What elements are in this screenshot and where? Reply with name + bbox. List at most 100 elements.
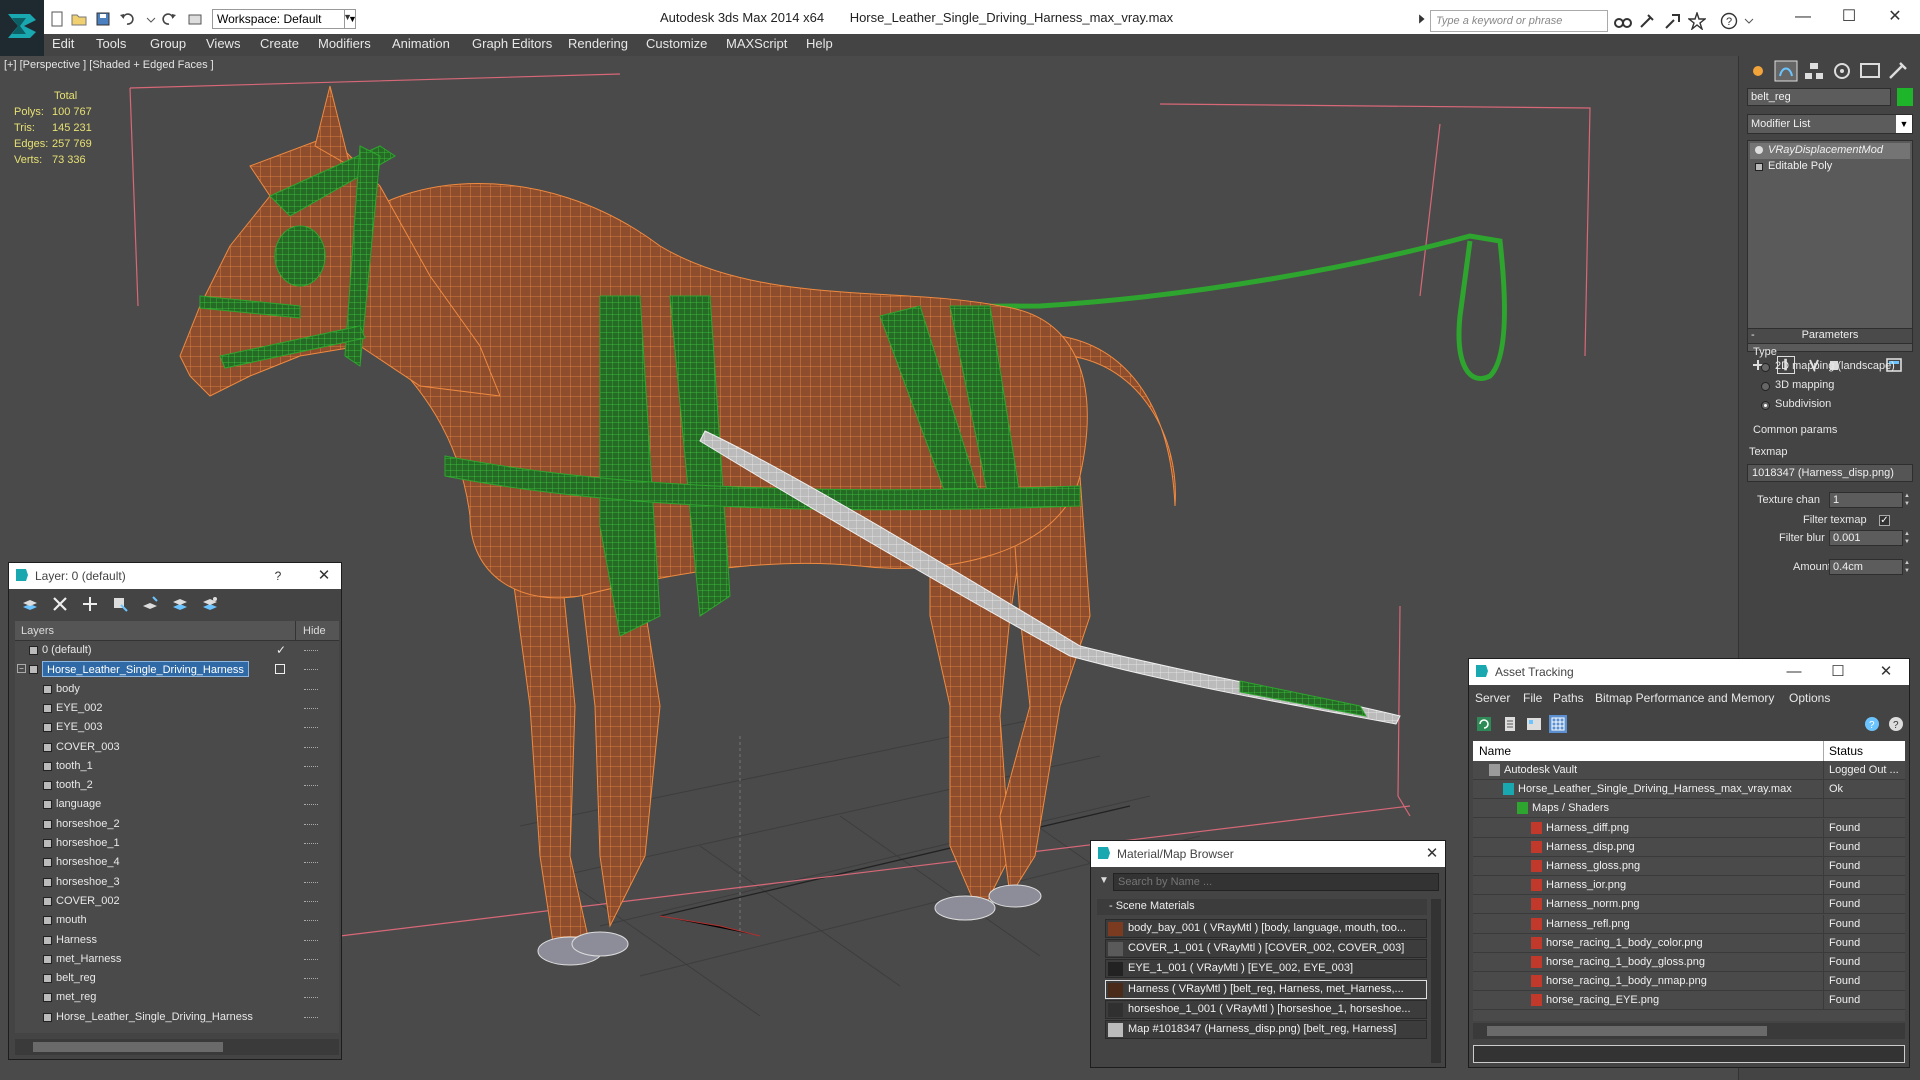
- layer-row[interactable]: horseshoe_4: [15, 853, 339, 872]
- material-row[interactable]: body_bay_001 ( VRayMtl ) [body, language…: [1105, 919, 1427, 938]
- spinner-icon[interactable]: ▲ ▼: [1903, 492, 1911, 508]
- material-browser-titlebar[interactable]: Material/Map Browser: [1091, 841, 1445, 867]
- hide-toggle[interactable]: [304, 920, 318, 922]
- hide-toggle[interactable]: [304, 746, 318, 748]
- layer-row[interactable]: EYE_003: [15, 718, 339, 737]
- collapse-icon[interactable]: −: [17, 664, 26, 674]
- menu-views[interactable]: Views: [206, 36, 240, 51]
- hide-toggle[interactable]: [304, 804, 318, 806]
- display-tab-icon[interactable]: [1857, 60, 1883, 82]
- filter-texmap-checkbox[interactable]: ✓: [1879, 515, 1890, 526]
- menu-maxscript[interactable]: MAXScript: [726, 36, 787, 51]
- hide-toggle[interactable]: [304, 823, 318, 825]
- radio-2d-mapping[interactable]: [1761, 363, 1770, 372]
- undo-dropdown-icon[interactable]: [142, 10, 160, 28]
- menu-bitmap-performance[interactable]: Bitmap Performance and Memory: [1595, 691, 1774, 705]
- menu-animation[interactable]: Animation: [392, 36, 450, 51]
- menu-graph-editors[interactable]: Graph Editors: [472, 36, 552, 51]
- material-search-input[interactable]: [1113, 873, 1439, 891]
- layer-row[interactable]: horseshoe_2: [15, 815, 339, 834]
- asset-path-field[interactable]: [1473, 1045, 1905, 1063]
- material-row[interactable]: COVER_1_001 ( VRayMtl ) [COVER_002, COVE…: [1105, 939, 1427, 959]
- modify-tab-icon[interactable]: [1773, 60, 1799, 82]
- asset-row[interactable]: horse_racing_1_body_color.png Found: [1473, 933, 1905, 953]
- hide-toggle[interactable]: [304, 765, 318, 767]
- hide-toggle[interactable]: [304, 881, 318, 883]
- make-current-box-icon[interactable]: [275, 664, 285, 675]
- spinner-icon[interactable]: ▲ ▼: [1903, 559, 1911, 575]
- stack-item-editable-poly[interactable]: Editable Poly: [1750, 159, 1910, 175]
- close-icon[interactable]: ✕: [1884, 6, 1906, 28]
- vault-help-icon[interactable]: ?: [1863, 715, 1881, 733]
- layer-row[interactable]: met_Harness: [15, 950, 339, 969]
- modifier-list-dropdown[interactable]: Modifier List ▼: [1747, 114, 1913, 134]
- asset-row[interactable]: Harness_refl.png Found: [1473, 914, 1905, 934]
- material-row[interactable]: EYE_1_001 ( VRayMtl ) [EYE_002, EYE_003]: [1105, 959, 1427, 979]
- app-logo[interactable]: [0, 0, 44, 56]
- browser-options-chevron-icon[interactable]: ▼: [1099, 875, 1109, 886]
- save-file-icon[interactable]: [94, 10, 112, 28]
- layer-row[interactable]: COVER_003: [15, 738, 339, 757]
- object-name-field[interactable]: [1747, 88, 1891, 106]
- help-icon[interactable]: ?: [1887, 715, 1905, 733]
- expand-plus-icon[interactable]: [1755, 163, 1763, 171]
- current-layer-check-icon[interactable]: ✓: [276, 643, 286, 657]
- hide-toggle[interactable]: [304, 939, 318, 941]
- layer-row[interactable]: Harness: [15, 931, 339, 950]
- asset-row[interactable]: horse_racing_1_body_nmap.png Found: [1473, 972, 1905, 992]
- stack-item-vray-displacement[interactable]: VRayDisplacementMod: [1750, 143, 1910, 159]
- menu-file[interactable]: File: [1523, 691, 1542, 705]
- amount-field[interactable]: [1829, 559, 1903, 575]
- highlight-layer-icon[interactable]: [141, 595, 159, 613]
- close-icon[interactable]: ✕: [1423, 845, 1441, 863]
- motion-tab-icon[interactable]: [1829, 60, 1855, 82]
- asset-row[interactable]: Harness_gloss.png Found: [1473, 857, 1905, 876]
- delete-layer-icon[interactable]: [51, 595, 69, 613]
- close-icon[interactable]: ✕: [1877, 663, 1895, 681]
- material-row[interactable]: Map #1018347 (Harness_disp.png) [belt_re…: [1105, 1020, 1427, 1039]
- help-icon[interactable]: ?: [1720, 12, 1738, 30]
- hide-toggle[interactable]: [304, 978, 318, 980]
- name-column-header[interactable]: Name: [1479, 744, 1511, 758]
- redo-icon[interactable]: [160, 10, 178, 28]
- menu-tools[interactable]: Tools: [96, 36, 126, 51]
- hide-toggle[interactable]: [304, 707, 318, 709]
- object-color-swatch[interactable]: [1897, 88, 1913, 106]
- spinner-icon[interactable]: ▲ ▼: [1903, 530, 1911, 546]
- table-view-icon[interactable]: [1549, 715, 1567, 733]
- menu-options[interactable]: Options: [1789, 691, 1830, 705]
- layer-row[interactable]: horseshoe_1: [15, 834, 339, 853]
- asset-row[interactable]: Harness_norm.png Found: [1473, 895, 1905, 915]
- communication-center-icon[interactable]: [1664, 12, 1682, 30]
- hide-toggle[interactable]: [304, 727, 318, 729]
- undo-icon[interactable]: [118, 10, 136, 28]
- hide-toggle[interactable]: [304, 669, 318, 671]
- layer-manager-titlebar[interactable]: Layer: 0 (default): [9, 563, 341, 589]
- asset-row[interactable]: Harness_diff.png Found: [1473, 818, 1905, 838]
- texture-chan-field[interactable]: [1829, 492, 1903, 508]
- menu-create[interactable]: Create: [260, 36, 299, 51]
- material-vertical-scrollbar[interactable]: [1431, 899, 1441, 1063]
- hierarchy-tab-icon[interactable]: [1801, 60, 1827, 82]
- hide-toggle[interactable]: [304, 900, 318, 902]
- layer-row[interactable]: − Horse_Leather_Single_Driving_Harness: [15, 660, 339, 679]
- radio-3d-mapping[interactable]: [1761, 382, 1770, 391]
- layer-row[interactable]: language: [15, 795, 339, 814]
- filter-blur-field[interactable]: [1829, 530, 1903, 546]
- asset-row[interactable]: Harness_disp.png Found: [1473, 837, 1905, 857]
- hide-toggle[interactable]: [304, 843, 318, 844]
- hold-icon[interactable]: [186, 10, 204, 28]
- layer-row[interactable]: COVER_002: [15, 892, 339, 911]
- layer-row[interactable]: met_reg: [15, 988, 339, 1007]
- scrollbar-thumb[interactable]: [1487, 1026, 1767, 1036]
- add-to-layer-icon[interactable]: [81, 595, 99, 613]
- layer-row[interactable]: tooth_1: [15, 757, 339, 776]
- layer-row[interactable]: belt_reg: [15, 969, 339, 988]
- hide-toggle[interactable]: [304, 688, 318, 690]
- menu-modifiers[interactable]: Modifiers: [318, 36, 371, 51]
- menu-customize[interactable]: Customize: [646, 36, 707, 51]
- subscription-icon[interactable]: [1638, 12, 1656, 30]
- open-file-icon[interactable]: [70, 10, 88, 28]
- scrollbar-thumb[interactable]: [33, 1042, 223, 1052]
- layer-horizontal-scrollbar[interactable]: [15, 1039, 339, 1055]
